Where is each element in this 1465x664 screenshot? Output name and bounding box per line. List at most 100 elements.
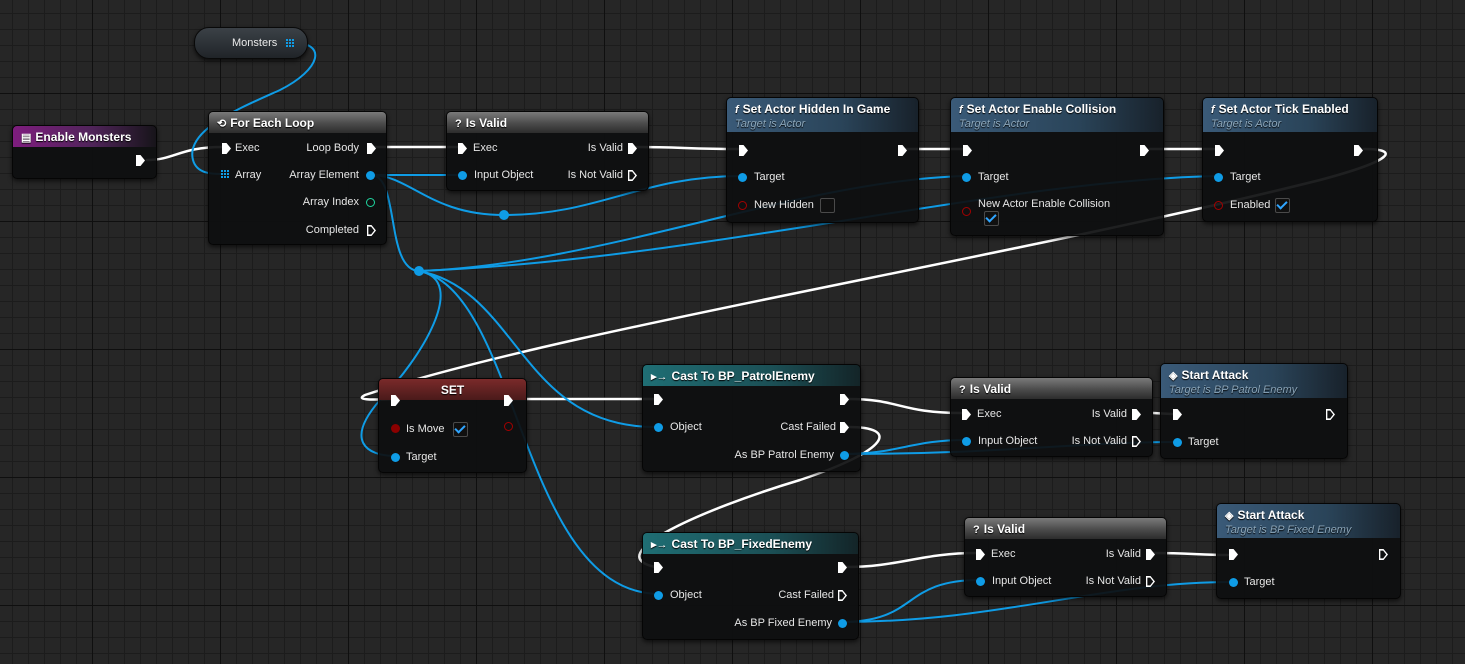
exec-out-pin[interactable] xyxy=(1326,409,1335,420)
set-actor-hidden-node[interactable]: f Set Actor Hidden In Game Target is Acto… xyxy=(726,97,919,223)
set-actor-enable-collision-node[interactable]: f Set Actor Enable Collision Target is Ac… xyxy=(950,97,1164,236)
start-attack-fixed-title: Start Attack xyxy=(1237,508,1305,522)
reroute-node[interactable] xyxy=(499,210,509,220)
cast-failed-label: Cast Failed xyxy=(778,589,834,601)
cast-patrol-header: ▸→ Cast To BP_PatrolEnemy xyxy=(643,365,860,386)
enabled-checkbox[interactable] xyxy=(1275,198,1290,213)
monsters-variable-node[interactable]: Monsters xyxy=(194,27,308,59)
is-valid-node-3[interactable]: ? Is Valid Exec Input Object Is Valid Is … xyxy=(964,517,1167,597)
as-output-label: As BP Fixed Enemy xyxy=(734,617,832,629)
set-actor-tick-enabled-node[interactable]: f Set Actor Tick Enabled Target is Actor … xyxy=(1202,97,1378,222)
exec-in-pin[interactable] xyxy=(654,394,663,405)
is-move-label: Is Move xyxy=(406,423,445,435)
function-icon: f xyxy=(1211,104,1215,116)
new-actor-enable-collision-checkbox[interactable] xyxy=(984,211,999,226)
cast-to-fixed-enemy-node[interactable]: ▸→ Cast To BP_FixedEnemy Object Cast Fail… xyxy=(642,532,859,640)
target-pin[interactable] xyxy=(962,173,971,182)
exec-in-pin[interactable] xyxy=(963,145,972,156)
array-grid-icon[interactable] xyxy=(286,39,295,48)
start-attack-patrol-header: ◈ Start Attack Target is BP Patrol Enemy xyxy=(1161,364,1347,398)
start-attack-fixed-subtitle: Target is BP Fixed Enemy xyxy=(1225,524,1352,536)
is-move-out-pin[interactable] xyxy=(504,422,513,431)
cast-failed-pin[interactable] xyxy=(840,422,849,433)
target-pin[interactable] xyxy=(738,173,747,182)
is-not-valid-label: Is Not Valid xyxy=(567,169,623,181)
new-actor-enable-collision-label: New Actor Enable Collision xyxy=(978,198,1111,210)
exec-label: Exec xyxy=(991,548,1016,560)
cast-fixed-header: ▸→ Cast To BP_FixedEnemy xyxy=(643,533,858,554)
event-title: Enable Monsters xyxy=(35,130,132,144)
completed-pin[interactable] xyxy=(367,225,376,236)
cast-to-patrol-enemy-node[interactable]: ▸→ Cast To BP_PatrolEnemy Object Cast Fai… xyxy=(642,364,861,472)
exec-in-pin[interactable] xyxy=(1229,549,1238,560)
cast-failed-label: Cast Failed xyxy=(780,421,836,433)
is-not-valid-pin[interactable] xyxy=(628,170,637,181)
is-move-checkbox[interactable] xyxy=(453,422,468,437)
message-icon: ◈ xyxy=(1169,370,1178,382)
is-not-valid-label: Is Not Valid xyxy=(1071,435,1127,447)
exec-out-pin[interactable] xyxy=(838,562,847,573)
exec-out-pin[interactable] xyxy=(1354,145,1363,156)
exec-in-pin[interactable] xyxy=(739,145,748,156)
exec-out-pin[interactable] xyxy=(898,145,907,156)
exec-in-pin[interactable] xyxy=(962,409,971,420)
reroute-node[interactable] xyxy=(414,266,424,276)
exec-out-pin[interactable] xyxy=(136,155,145,166)
exec-in-pin[interactable] xyxy=(1173,409,1182,420)
event-node-enable-monsters[interactable]: ▤ Enable Monsters xyxy=(12,125,157,179)
target-pin[interactable] xyxy=(1214,173,1223,182)
cast-failed-pin[interactable] xyxy=(838,590,847,601)
new-actor-enable-collision-pin[interactable] xyxy=(962,207,971,216)
is-valid-pin[interactable] xyxy=(1146,549,1155,560)
is-valid-pin[interactable] xyxy=(628,143,637,154)
exec-wire xyxy=(846,397,964,415)
start-attack-fixed-node[interactable]: ◈ Start Attack Target is BP Fixed Enemy T… xyxy=(1216,503,1401,599)
target-pin[interactable] xyxy=(1229,578,1238,587)
input-object-pin[interactable] xyxy=(458,171,467,180)
exec-in-pin[interactable] xyxy=(654,562,663,573)
object-pin[interactable] xyxy=(654,591,663,600)
exec-in-pin[interactable] xyxy=(458,143,467,154)
is-valid-node-1[interactable]: ? Is Valid Exec Input Object Is Valid Is … xyxy=(446,111,649,191)
array-index-label: Array Index xyxy=(302,196,359,208)
as-output-pin[interactable] xyxy=(838,619,847,628)
exec-in-pin[interactable] xyxy=(1215,145,1224,156)
is-not-valid-label: Is Not Valid xyxy=(1085,575,1141,587)
for-each-loop-node[interactable]: ⟲ For Each Loop Exec Array Loop Body Arra… xyxy=(208,111,387,245)
set-collision-title: Set Actor Enable Collision xyxy=(966,102,1117,116)
new-hidden-checkbox[interactable] xyxy=(820,198,835,213)
enabled-pin[interactable] xyxy=(1214,201,1223,210)
function-icon: f xyxy=(959,104,963,116)
exec-out-pin[interactable] xyxy=(1379,549,1388,560)
target-pin[interactable] xyxy=(391,453,400,462)
is-valid-pin[interactable] xyxy=(1132,409,1141,420)
array-index-pin[interactable] xyxy=(366,198,375,207)
is-not-valid-pin[interactable] xyxy=(1146,576,1155,587)
is-move-pin[interactable] xyxy=(391,424,400,433)
set-tick-header: f Set Actor Tick Enabled Target is Actor xyxy=(1203,98,1377,132)
set-collision-header: f Set Actor Enable Collision Target is Ac… xyxy=(951,98,1163,132)
loop-body-label: Loop Body xyxy=(306,142,359,154)
function-icon: f xyxy=(735,104,739,116)
input-object-pin[interactable] xyxy=(962,437,971,446)
exec-out-pin[interactable] xyxy=(840,394,849,405)
is-valid-label: Is Valid xyxy=(1091,408,1127,420)
input-object-label: Input Object xyxy=(978,435,1038,447)
input-object-pin[interactable] xyxy=(976,577,985,586)
new-hidden-pin[interactable] xyxy=(738,201,747,210)
loop-body-pin[interactable] xyxy=(367,143,376,154)
array-grid-icon[interactable] xyxy=(221,170,230,179)
is-not-valid-pin[interactable] xyxy=(1132,436,1141,447)
is-valid-title: Is Valid xyxy=(969,382,1012,396)
set-variable-node[interactable]: SET Is Move Target xyxy=(378,378,527,473)
exec-in-pin[interactable] xyxy=(976,549,985,560)
is-valid-node-2[interactable]: ? Is Valid Exec Input Object Is Valid Is … xyxy=(950,377,1153,457)
as-output-pin[interactable] xyxy=(840,451,849,460)
exec-out-pin[interactable] xyxy=(1140,145,1149,156)
object-pin[interactable] xyxy=(654,423,663,432)
target-pin[interactable] xyxy=(1173,438,1182,447)
array-element-pin[interactable] xyxy=(366,171,375,180)
exec-in-pin[interactable] xyxy=(222,143,231,154)
start-attack-patrol-node[interactable]: ◈ Start Attack Target is BP Patrol Enemy … xyxy=(1160,363,1348,459)
target-label: Target xyxy=(1188,436,1219,448)
